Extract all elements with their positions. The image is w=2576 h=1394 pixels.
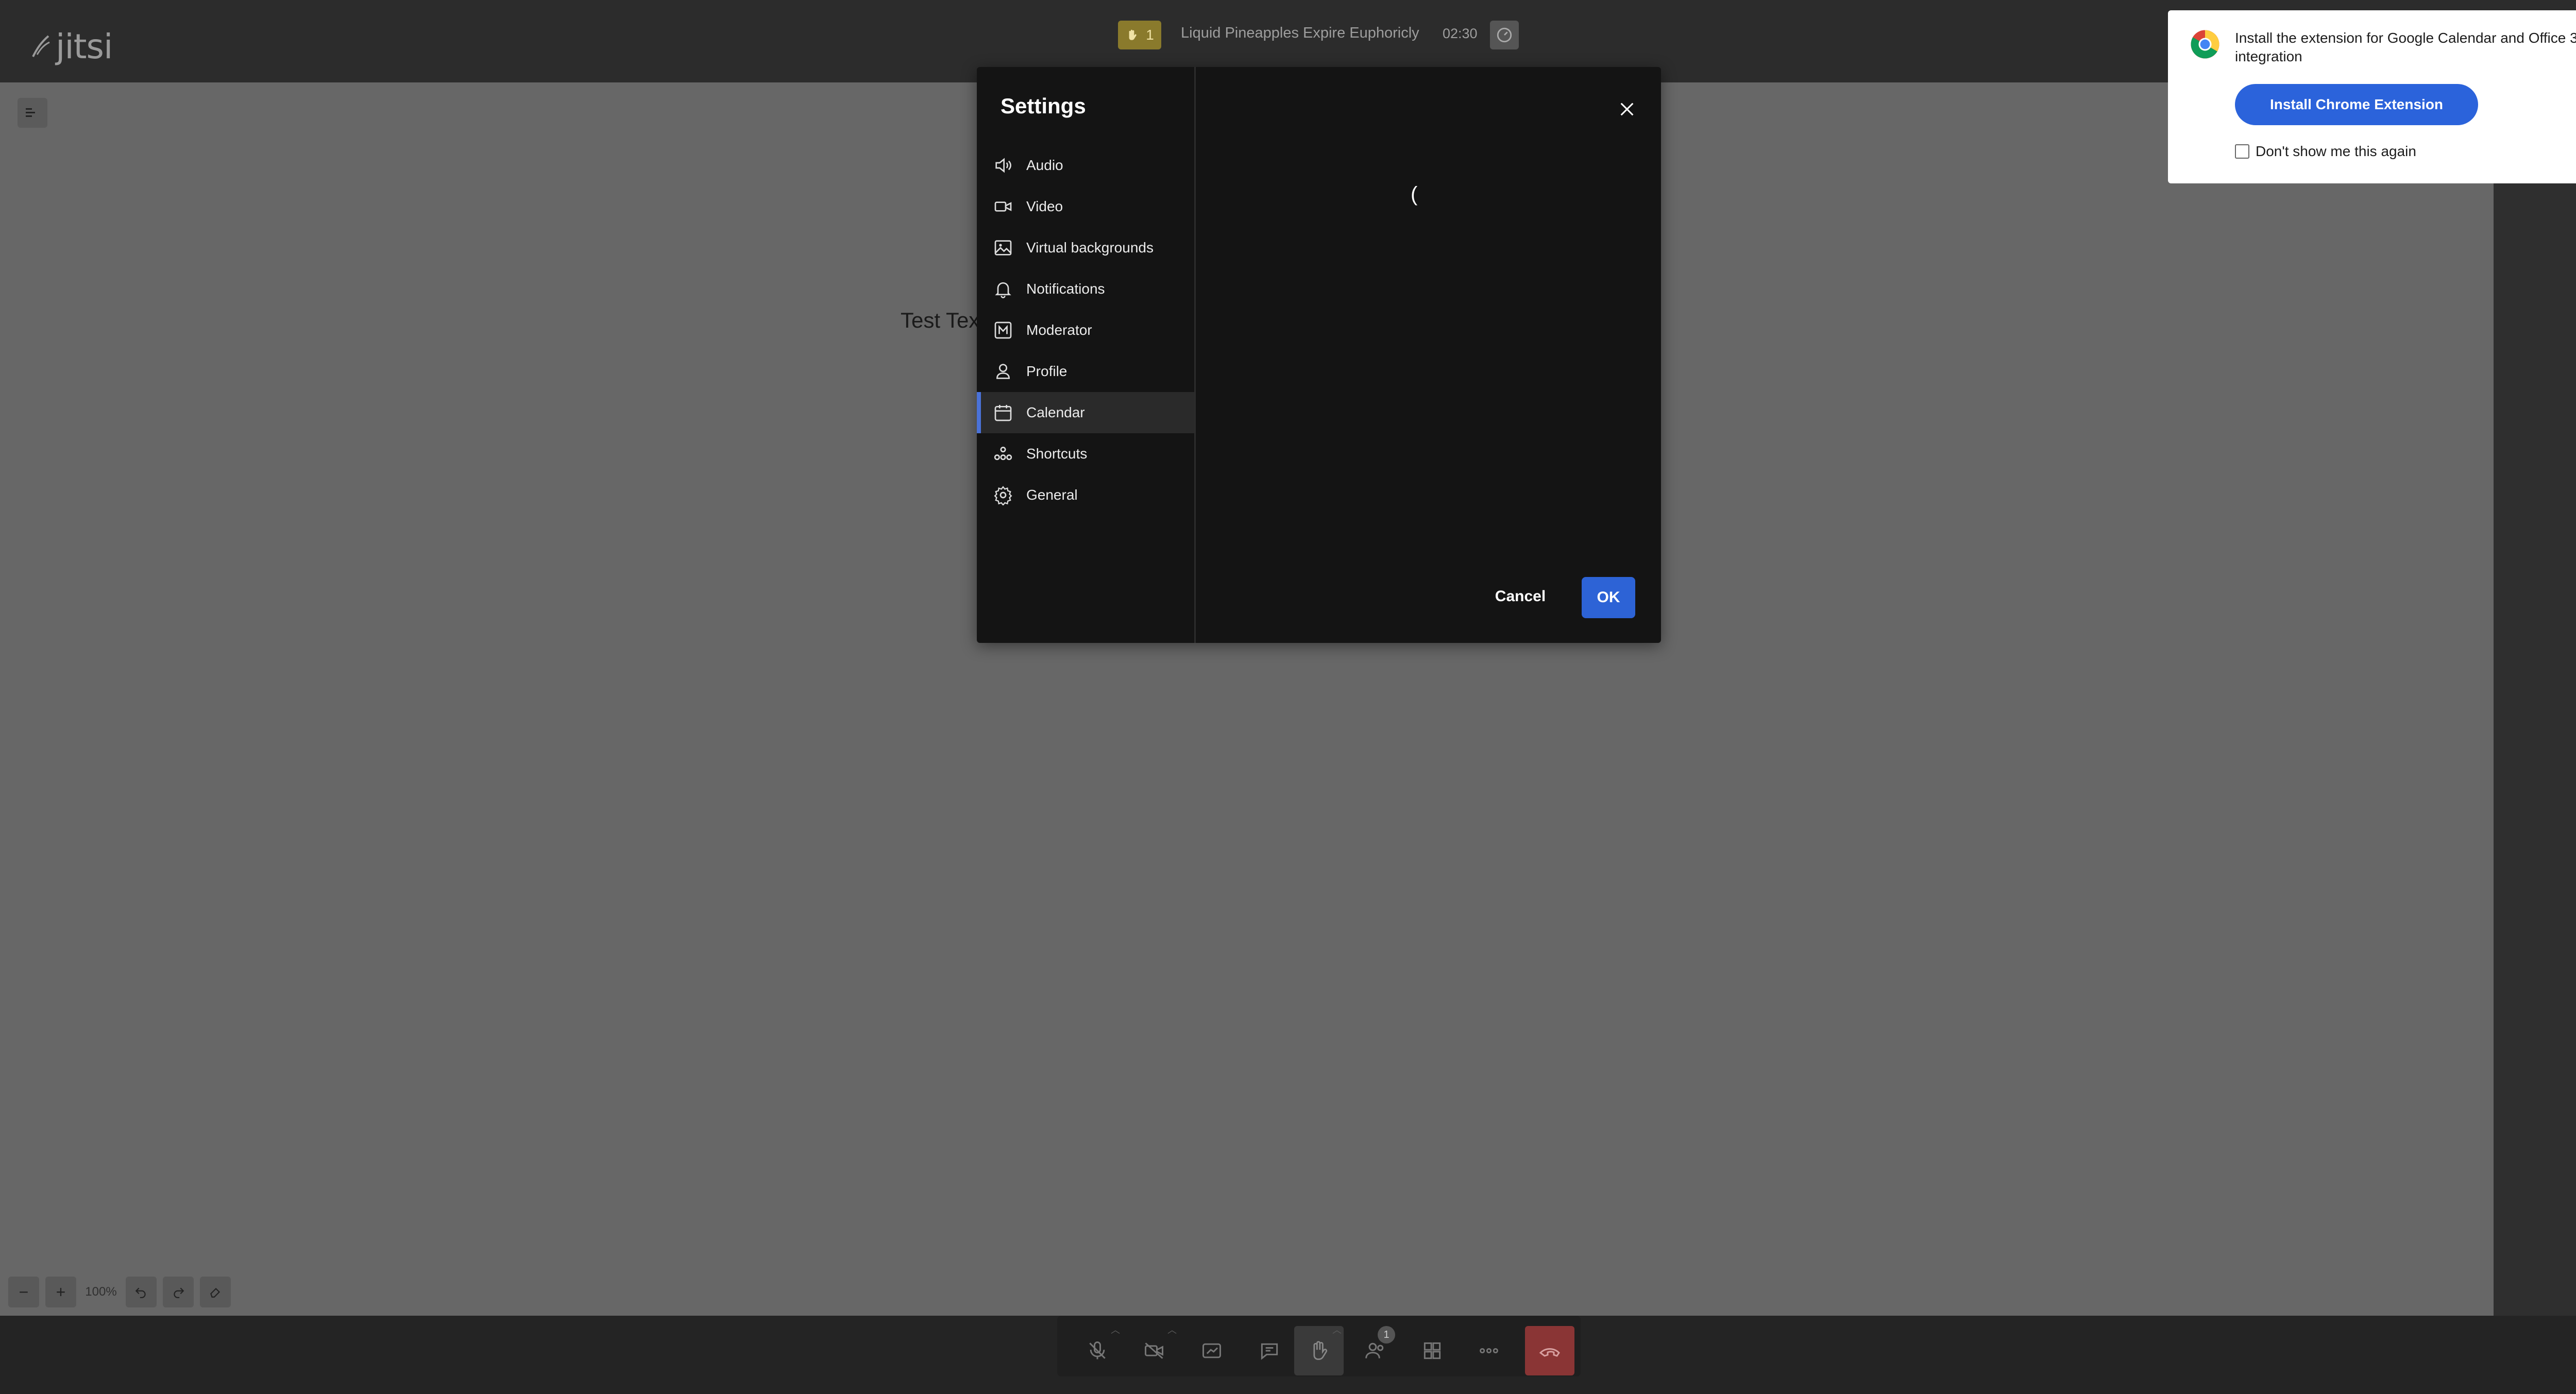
settings-nav-item-video[interactable]: Video bbox=[977, 186, 1194, 227]
zoom-out-button[interactable]: − bbox=[8, 1277, 39, 1307]
settings-nav-item-general[interactable]: General bbox=[977, 474, 1194, 516]
calendar-extension-notification: Install the extension for Google Calenda… bbox=[2168, 10, 2576, 183]
settings-title: Settings bbox=[1001, 94, 1086, 118]
camera-button[interactable]: ︿ bbox=[1129, 1323, 1179, 1375]
install-chrome-extension-button[interactable]: Install Chrome Extension bbox=[2235, 84, 2478, 125]
eraser-button[interactable] bbox=[200, 1277, 231, 1307]
bell-icon bbox=[992, 278, 1014, 300]
right-panel-strip bbox=[2494, 82, 2576, 1316]
zoom-in-button[interactable]: + bbox=[45, 1277, 76, 1307]
moderator-m-icon bbox=[992, 319, 1014, 341]
chevron-up-icon[interactable]: ︿ bbox=[1111, 1323, 1120, 1336]
dont-show-again-checkbox[interactable]: Don't show me this again bbox=[2235, 143, 2416, 160]
settings-nav-item-virtual-backgrounds[interactable]: Virtual backgrounds bbox=[977, 227, 1194, 268]
chevron-up-icon[interactable]: ︿ bbox=[1167, 1323, 1177, 1336]
settings-nav-item-notifications[interactable]: Notifications bbox=[977, 268, 1194, 310]
chat-icon bbox=[1261, 1343, 1278, 1360]
raised-hand-icon bbox=[1129, 29, 1137, 40]
chrome-icon bbox=[2190, 29, 2221, 60]
nav-label: Shortcuts bbox=[1026, 446, 1088, 462]
meeting-title: Liquid Pineapples Expire Euphoricly bbox=[1181, 25, 1419, 41]
speaker-icon bbox=[992, 155, 1014, 176]
screen-share-icon bbox=[1202, 1343, 1221, 1358]
raise-hand-button[interactable]: ︿ bbox=[1294, 1323, 1344, 1375]
participants-button[interactable]: 1 bbox=[1351, 1326, 1400, 1375]
cancel-button[interactable]: Cancel bbox=[1486, 576, 1555, 617]
hamburger-icon bbox=[26, 108, 35, 117]
jitsi-logo-icon bbox=[32, 35, 50, 57]
loading-spinner: ( bbox=[1411, 183, 1418, 206]
close-dialog-button[interactable] bbox=[1612, 94, 1642, 125]
participants-count-badge: 1 bbox=[1378, 1326, 1395, 1344]
meeting-toolbar: ︿ ︿ ︿ 1 bbox=[1057, 1316, 1581, 1376]
zoom-level[interactable]: 100% bbox=[82, 1285, 120, 1299]
screen-share-button[interactable] bbox=[1187, 1326, 1236, 1375]
video-off-icon bbox=[1145, 1342, 1163, 1359]
settings-nav-item-shortcuts[interactable]: Shortcuts bbox=[977, 433, 1194, 474]
nav-label: Audio bbox=[1026, 157, 1063, 173]
leave-meeting-button[interactable] bbox=[1525, 1326, 1574, 1375]
settings-dialog: Settings Audio Video Virtual backgrounds… bbox=[977, 67, 1661, 643]
nav-label: Notifications bbox=[1026, 281, 1105, 297]
more-dots-icon bbox=[1480, 1348, 1498, 1354]
jitsi-logo: jitsi bbox=[30, 26, 113, 66]
settings-nav-item-moderator[interactable]: Moderator bbox=[977, 310, 1194, 351]
settings-nav-item-calendar[interactable]: Calendar bbox=[977, 392, 1194, 433]
nav-label: Virtual backgrounds bbox=[1026, 240, 1154, 256]
video-camera-icon bbox=[992, 196, 1014, 217]
nav-label: Video bbox=[1026, 198, 1063, 214]
image-icon bbox=[992, 237, 1014, 259]
gauge-icon bbox=[1497, 27, 1512, 43]
raise-hand-icon bbox=[1313, 1341, 1328, 1360]
raised-hands-count: 1 bbox=[1146, 27, 1154, 43]
undo-icon bbox=[135, 1287, 146, 1298]
redo-icon bbox=[174, 1287, 184, 1298]
calendar-icon bbox=[992, 402, 1014, 423]
settings-nav: Settings Audio Video Virtual backgrounds… bbox=[977, 67, 1196, 643]
nav-label: Moderator bbox=[1026, 322, 1092, 338]
more-actions-button[interactable] bbox=[1464, 1326, 1514, 1375]
shortcuts-icon bbox=[992, 443, 1014, 465]
logo-text: jitsi bbox=[56, 26, 113, 66]
tile-grid-icon bbox=[1423, 1342, 1441, 1359]
whiteboard-text[interactable]: Test Tex bbox=[901, 308, 979, 333]
dont-show-label: Don't show me this again bbox=[2256, 143, 2416, 159]
checkbox-box[interactable] bbox=[2235, 144, 2249, 159]
meeting-timer: 02:30 bbox=[1443, 26, 1478, 41]
person-icon bbox=[992, 361, 1014, 382]
chevron-up-icon[interactable]: ︿ bbox=[1332, 1323, 1342, 1336]
nav-label: Calendar bbox=[1026, 404, 1085, 420]
tile-view-button[interactable] bbox=[1408, 1326, 1457, 1375]
ok-button[interactable]: OK bbox=[1582, 577, 1635, 618]
connection-stats-button[interactable] bbox=[1490, 21, 1519, 49]
notification-message: Install the extension for Google Calenda… bbox=[2235, 30, 2576, 64]
microphone-button[interactable]: ︿ bbox=[1073, 1323, 1122, 1375]
microphone-muted-icon bbox=[1089, 1341, 1106, 1359]
whiteboard-menu-button[interactable] bbox=[18, 98, 47, 128]
eraser-icon bbox=[210, 1287, 221, 1298]
nav-label: Profile bbox=[1026, 363, 1067, 379]
settings-nav-item-audio[interactable]: Audio bbox=[977, 145, 1194, 186]
redo-button[interactable] bbox=[163, 1277, 194, 1307]
chat-button[interactable] bbox=[1245, 1326, 1294, 1375]
settings-nav-item-profile[interactable]: Profile bbox=[977, 351, 1194, 392]
undo-button[interactable] bbox=[126, 1277, 157, 1307]
hangup-phone-icon bbox=[1539, 1348, 1560, 1357]
gear-icon bbox=[992, 484, 1014, 506]
nav-label: General bbox=[1026, 487, 1078, 503]
raised-hands-badge[interactable]: 1 bbox=[1118, 21, 1161, 49]
whiteboard-zoom-toolbar: − + 100% bbox=[8, 1277, 231, 1307]
close-icon bbox=[1620, 103, 1634, 116]
